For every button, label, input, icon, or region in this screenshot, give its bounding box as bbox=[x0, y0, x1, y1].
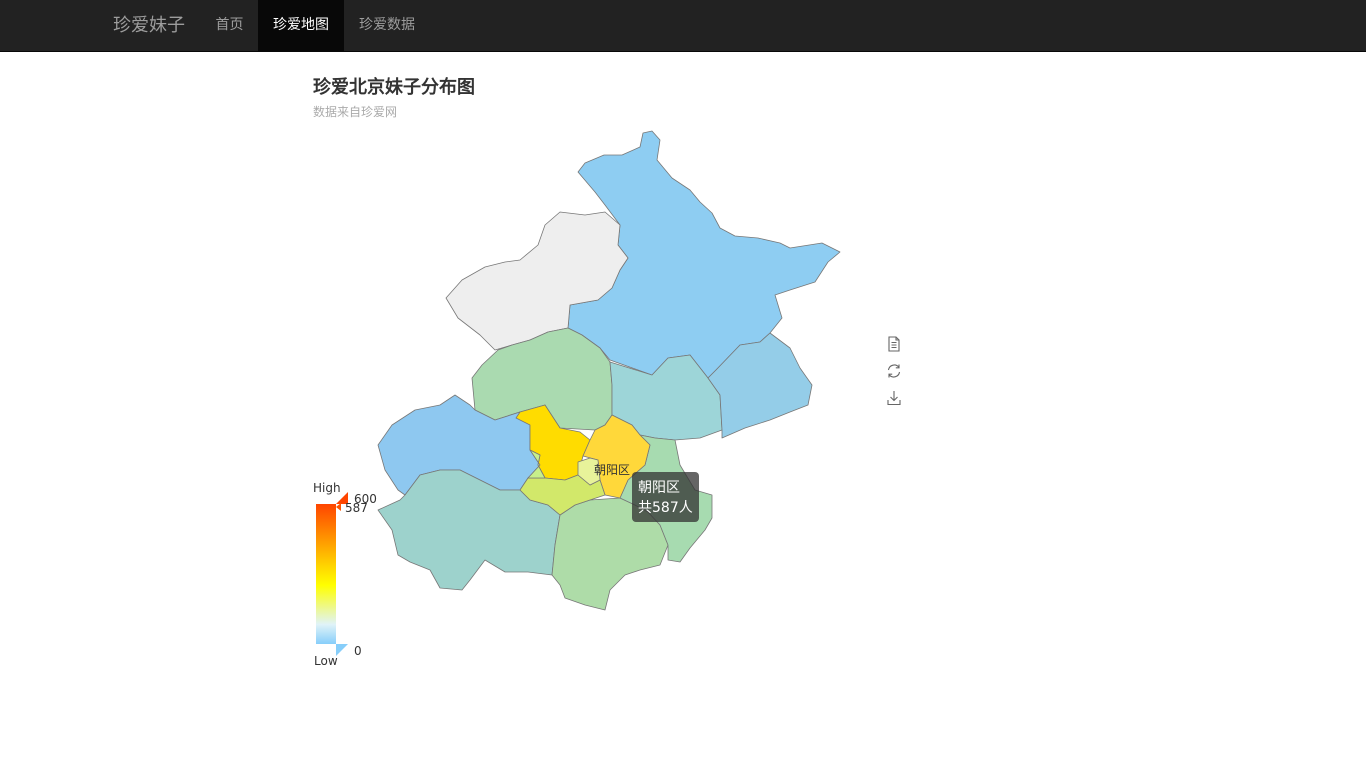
chart-title: 珍爱北京妹子分布图 bbox=[313, 77, 475, 98]
nav-map[interactable]: 珍爱地图 bbox=[258, 0, 344, 51]
restore-icon[interactable] bbox=[884, 361, 904, 381]
save-image-icon-glyph bbox=[887, 391, 901, 406]
tooltip-region-name: 朝阳区 bbox=[638, 480, 680, 496]
tooltip-region-value: 共587人 bbox=[638, 500, 693, 516]
visualmap-low-label: Low bbox=[314, 654, 338, 668]
visualmap-gradient-bar[interactable] bbox=[316, 504, 336, 644]
save-image-icon[interactable] bbox=[884, 388, 904, 408]
top-navbar: 珍爱妹子 首页 珍爱地图 珍爱数据 bbox=[0, 0, 1366, 52]
data-view-icon-glyph bbox=[888, 336, 900, 352]
nav-data[interactable]: 珍爱数据 bbox=[344, 0, 430, 51]
visualmap-value-pointer bbox=[336, 503, 341, 511]
map-tooltip: 朝阳区 共587人 bbox=[632, 472, 699, 522]
nav-home[interactable]: 首页 bbox=[201, 0, 258, 51]
chart-subtitle: 数据来自珍爱网 bbox=[313, 105, 398, 119]
restore-icon-glyph bbox=[887, 364, 901, 378]
brand-link[interactable]: 珍爱妹子 bbox=[113, 0, 185, 51]
data-view-icon[interactable] bbox=[884, 334, 904, 354]
visualmap-current-value: 587 bbox=[345, 501, 368, 515]
visualmap-min-value: 0 bbox=[354, 644, 362, 658]
beijing-map: 朝阳区 bbox=[377, 130, 841, 611]
